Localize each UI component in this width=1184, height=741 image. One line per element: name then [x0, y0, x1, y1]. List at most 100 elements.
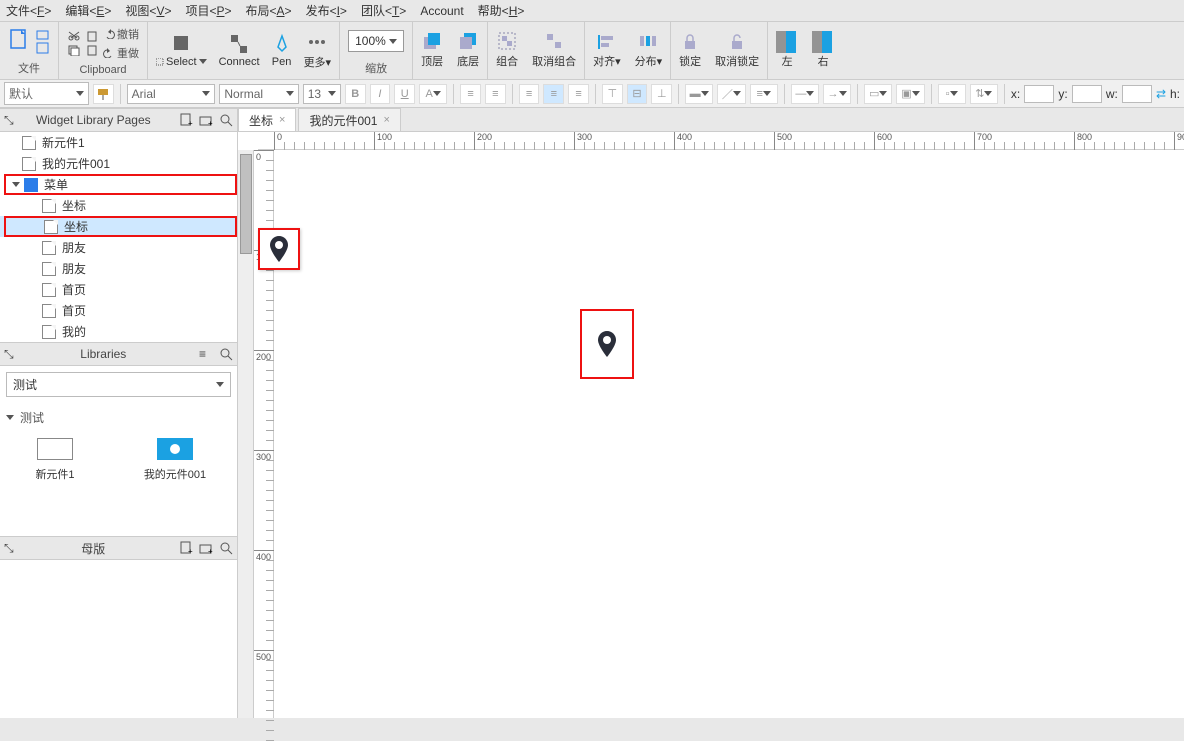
library-category[interactable]: 测试 — [6, 405, 231, 430]
bold-button[interactable]: B — [345, 84, 366, 104]
scroll-thumb[interactable] — [240, 154, 252, 254]
menu-item[interactable]: 项目<P> — [185, 2, 231, 19]
menu-item[interactable]: 发布<I> — [306, 2, 347, 19]
group-group[interactable]: 组合 取消组合 — [488, 22, 585, 79]
redo-icon[interactable] — [103, 48, 115, 58]
tree-row[interactable]: 菜单 — [0, 174, 237, 195]
front-label: 顶层 — [421, 53, 443, 69]
valign-bottom-button[interactable]: ⊥ — [651, 84, 672, 104]
svg-text:+: + — [208, 547, 213, 555]
zoom-group[interactable]: 100% 缩放 — [340, 22, 413, 79]
tab-label: 我的元件001 — [309, 112, 377, 129]
style-select[interactable]: 默认 — [4, 82, 89, 105]
document-tab[interactable]: 我的元件001 × — [298, 108, 400, 131]
close-icon[interactable]: × — [383, 114, 389, 126]
page-icon — [22, 136, 36, 150]
size-select[interactable]: 13 — [303, 84, 341, 104]
canvas-body: 0100200300400500 — [238, 150, 1184, 718]
line-style-button[interactable]: ― — [791, 84, 819, 104]
padding-button[interactable]: ▫ — [938, 84, 966, 104]
align-right-button[interactable]: ≡ — [568, 84, 589, 104]
menu-item[interactable]: Account — [420, 4, 463, 18]
aligndist-group[interactable]: 对齐▾ 分布▾ — [585, 22, 671, 79]
font-select[interactable]: Arial — [127, 84, 216, 104]
undo-icon[interactable] — [103, 29, 115, 39]
collapse-icon[interactable]: ⤡ — [4, 347, 14, 362]
select-group[interactable]: Select Connect Pen 更多▾ — [148, 22, 340, 79]
text-color-button[interactable]: A — [419, 84, 447, 104]
close-icon[interactable]: × — [279, 114, 285, 126]
link-wh-icon[interactable]: ⇄ — [1156, 87, 1166, 101]
search-icon[interactable] — [219, 113, 233, 127]
library-thumb — [37, 438, 73, 460]
outer-border-button[interactable]: ▭ — [864, 84, 892, 104]
add-master-icon[interactable]: + — [179, 541, 193, 555]
connect-icon — [229, 33, 249, 55]
format-painter-button[interactable] — [93, 84, 114, 104]
search-icon[interactable] — [219, 541, 233, 555]
underline-button[interactable]: U — [394, 84, 415, 104]
tree-row[interactable]: 首页 — [0, 300, 237, 321]
collapse-icon[interactable]: ⤡ — [4, 113, 14, 128]
bullets-button[interactable]: ≡ — [460, 84, 481, 104]
clipboard-group[interactable]: 撤销 重做 Clipboard — [59, 22, 148, 79]
line-width-button[interactable]: ≡ — [750, 84, 778, 104]
y-field[interactable] — [1072, 85, 1102, 103]
tree-row[interactable]: 我的元件001 — [0, 153, 237, 174]
leftright-group[interactable]: 左 右 — [768, 22, 842, 79]
canvas[interactable] — [274, 150, 1184, 718]
w-field[interactable] — [1122, 85, 1152, 103]
add-folder-icon[interactable]: + — [199, 541, 213, 555]
vertical-scrollbar[interactable] — [238, 150, 254, 718]
x-field[interactable] — [1024, 85, 1054, 103]
order-group[interactable]: 顶层 底层 — [413, 22, 488, 79]
format-bar: 默认 Arial Normal 13 B I U A ≡ ≡ ≡ ≡ ≡ ⊤ ⊟… — [0, 80, 1184, 108]
weight-select[interactable]: Normal — [219, 84, 298, 104]
align-left-button[interactable]: ≡ — [519, 84, 540, 104]
add-page-icon[interactable]: + — [179, 113, 193, 127]
tree-row[interactable]: 朋友 — [0, 258, 237, 279]
library-item[interactable]: 我的元件001 — [130, 438, 220, 482]
document-tab[interactable]: 坐标× — [238, 108, 296, 131]
menu-item[interactable]: 布局<A> — [246, 2, 292, 19]
back-icon — [458, 31, 478, 53]
tree-label: 坐标 — [64, 218, 88, 235]
add-folder-icon[interactable]: + — [199, 113, 213, 127]
library-select[interactable]: 测试 — [6, 372, 231, 397]
inner-border-button[interactable]: ▣ — [896, 84, 924, 104]
menu-item[interactable]: 视图<V> — [125, 2, 171, 19]
fill-button[interactable]: ▬ — [685, 84, 713, 104]
valign-top-button[interactable]: ⊤ — [602, 84, 623, 104]
italic-button[interactable]: I — [370, 84, 391, 104]
tree-row[interactable]: 朋友 — [0, 237, 237, 258]
canvas-area: 坐标×我的元件001× 0100200300400500600700800900… — [238, 108, 1184, 718]
numbered-button[interactable]: ≡ — [485, 84, 506, 104]
lock-group[interactable]: 锁定 取消锁定 — [671, 22, 768, 79]
search-icon[interactable] — [219, 347, 233, 361]
svg-text:+: + — [188, 547, 193, 555]
valign-middle-button[interactable]: ⊟ — [627, 84, 648, 104]
zoom-select[interactable]: 100% — [348, 30, 404, 52]
y-label: y: — [1058, 87, 1067, 101]
tree-row[interactable]: 坐标 — [0, 195, 237, 216]
pin-widget-on-canvas[interactable] — [580, 309, 634, 379]
tree-row[interactable]: 我的 — [0, 321, 237, 342]
expand-icon[interactable] — [12, 180, 22, 190]
menu-item[interactable]: 帮助<H> — [478, 2, 525, 19]
pin-widget-dragging[interactable] — [258, 228, 300, 270]
spacing-button[interactable]: ⇅ — [970, 84, 998, 104]
align-center-button[interactable]: ≡ — [543, 84, 564, 104]
tree-row[interactable]: 新元件1 — [0, 132, 237, 153]
menu-icon[interactable]: ≡ — [199, 347, 213, 361]
tree-row[interactable]: 坐标 — [0, 216, 237, 237]
menu-item[interactable]: 团队<T> — [361, 2, 406, 19]
file-group[interactable]: 文件 — [0, 22, 59, 79]
library-item[interactable]: 新元件1 — [10, 438, 100, 482]
cut-icon — [67, 30, 81, 42]
arrow-button[interactable]: → — [823, 84, 851, 104]
tree-row[interactable]: 首页 — [0, 279, 237, 300]
menu-item[interactable]: 编辑<E> — [65, 2, 111, 19]
collapse-icon[interactable]: ⤡ — [4, 541, 14, 556]
menu-item[interactable]: 文件<F> — [6, 2, 51, 19]
line-color-button[interactable]: ／ — [717, 84, 745, 104]
